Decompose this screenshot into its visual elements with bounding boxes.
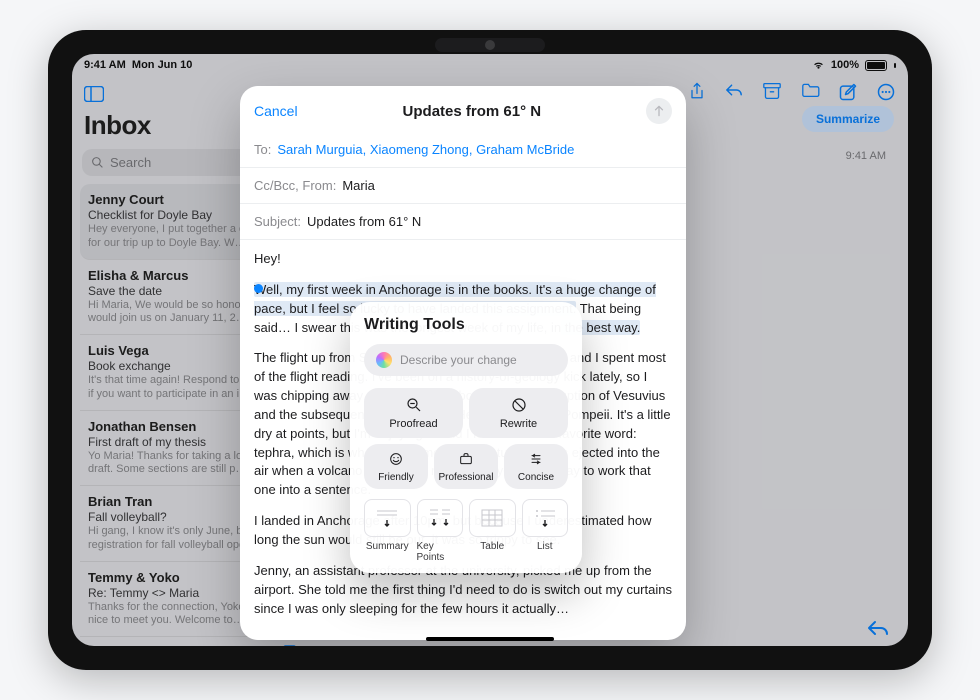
ccbcc-value: Maria	[342, 178, 375, 193]
table-format-button[interactable]: Table	[469, 499, 516, 563]
proofread-label: Proofread	[389, 418, 437, 430]
briefcase-icon	[457, 450, 475, 468]
describe-change-input[interactable]: Describe your change	[364, 344, 568, 376]
professional-button[interactable]: Professional	[434, 444, 498, 489]
rewrite-icon	[510, 396, 528, 414]
writing-tools-panel: Writing Tools Describe your change Proof…	[350, 302, 582, 573]
body-greeting: Hey!	[254, 250, 672, 269]
rewrite-button[interactable]: Rewrite	[469, 388, 568, 438]
friendly-label: Friendly	[378, 472, 414, 483]
list-format-button[interactable]: List	[522, 499, 569, 563]
selection-handle-start[interactable]	[254, 284, 263, 293]
to-value: Sarah Murguia, Xiaomeng Zhong, Graham Mc…	[277, 142, 574, 157]
concise-icon	[527, 450, 545, 468]
subject-label: Subject:	[254, 214, 301, 229]
table-label: Table	[480, 541, 504, 552]
summary-format-button[interactable]: Summary	[364, 499, 411, 563]
list-thumb-icon	[522, 499, 569, 537]
compose-title: Updates from 61° N	[403, 103, 542, 120]
table-thumb-icon	[469, 499, 516, 537]
list-label: List	[537, 541, 553, 552]
rewrite-label: Rewrite	[500, 418, 537, 430]
professional-label: Professional	[438, 472, 493, 483]
camera-notch	[435, 38, 545, 52]
to-label: To:	[254, 142, 271, 157]
keypoints-label: Key Points	[417, 541, 464, 563]
summary-thumb-icon	[364, 499, 411, 537]
proofread-button[interactable]: Proofread	[364, 388, 463, 438]
home-indicator[interactable]	[426, 637, 554, 641]
magnifier-icon	[405, 396, 423, 414]
describe-change-placeholder: Describe your change	[400, 353, 517, 367]
ipad-frame: 9:41 AM Mon Jun 10 100% Inbox Search	[48, 30, 932, 670]
writing-tools-title: Writing Tools	[364, 316, 568, 334]
send-button[interactable]	[646, 98, 672, 124]
screen: 9:41 AM Mon Jun 10 100% Inbox Search	[72, 54, 908, 646]
intelligence-icon	[376, 352, 392, 368]
ccbcc-label: Cc/Bcc, From:	[254, 178, 336, 193]
subject-field[interactable]: Subject: Updates from 61° N	[240, 204, 686, 240]
subject-value: Updates from 61° N	[307, 214, 421, 229]
cancel-button[interactable]: Cancel	[254, 103, 298, 119]
summary-label: Summary	[366, 541, 409, 552]
to-field[interactable]: To: Sarah Murguia, Xiaomeng Zhong, Graha…	[240, 132, 686, 168]
concise-label: Concise	[518, 472, 554, 483]
ccbcc-field[interactable]: Cc/Bcc, From: Maria	[240, 168, 686, 204]
concise-button[interactable]: Concise	[504, 444, 568, 489]
keypoints-format-button[interactable]: Key Points	[417, 499, 464, 563]
friendly-button[interactable]: Friendly	[364, 444, 428, 489]
keypoints-thumb-icon	[417, 499, 464, 537]
smile-icon	[387, 450, 405, 468]
